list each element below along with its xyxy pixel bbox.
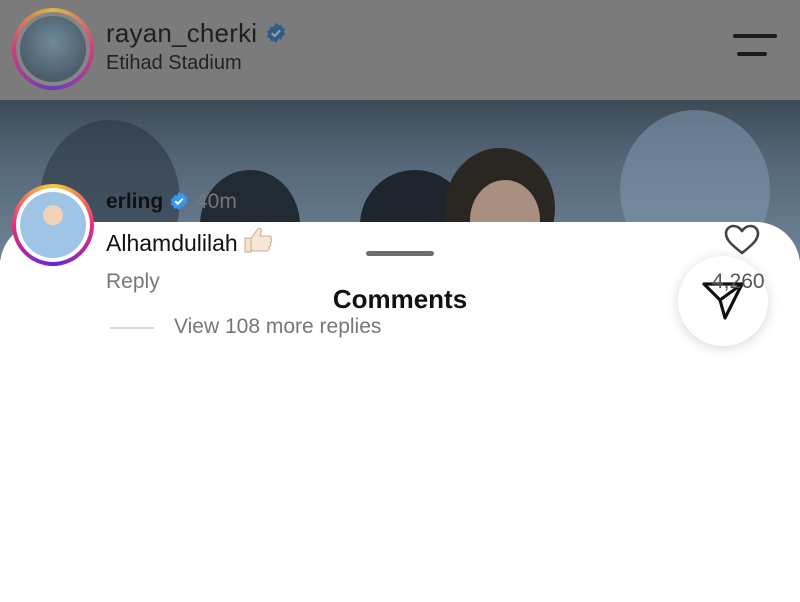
comment-username-text: erling (106, 190, 164, 213)
comment-username[interactable]: erling (106, 190, 189, 217)
post-location[interactable]: Etihad Stadium (106, 52, 242, 75)
view-replies-button[interactable]: View 108 more replies (174, 315, 381, 339)
comment-text: Alhamdulilah (106, 226, 274, 260)
commenter-avatar[interactable] (12, 184, 94, 266)
profile-avatar[interactable] (12, 8, 94, 90)
thumbs-up-emoji-icon (242, 226, 274, 260)
comment-time: 40m (196, 190, 237, 213)
avatar-image (20, 16, 86, 82)
avatar-image (20, 192, 86, 258)
like-count: 4,260 (712, 270, 765, 293)
like-heart-icon[interactable] (724, 224, 760, 261)
drag-handle[interactable] (366, 251, 434, 256)
username-text: rayan_cherki (106, 18, 258, 48)
comment-text-content: Alhamdulilah (106, 230, 238, 256)
verified-badge-icon (265, 20, 287, 51)
post-header: rayan_cherki Etihad Stadium (0, 0, 800, 100)
menu-icon[interactable] (733, 32, 777, 62)
verified-badge-icon (169, 191, 189, 217)
replies-divider (110, 327, 154, 329)
post-username[interactable]: rayan_cherki (106, 18, 287, 51)
reply-button[interactable]: Reply (106, 270, 160, 294)
